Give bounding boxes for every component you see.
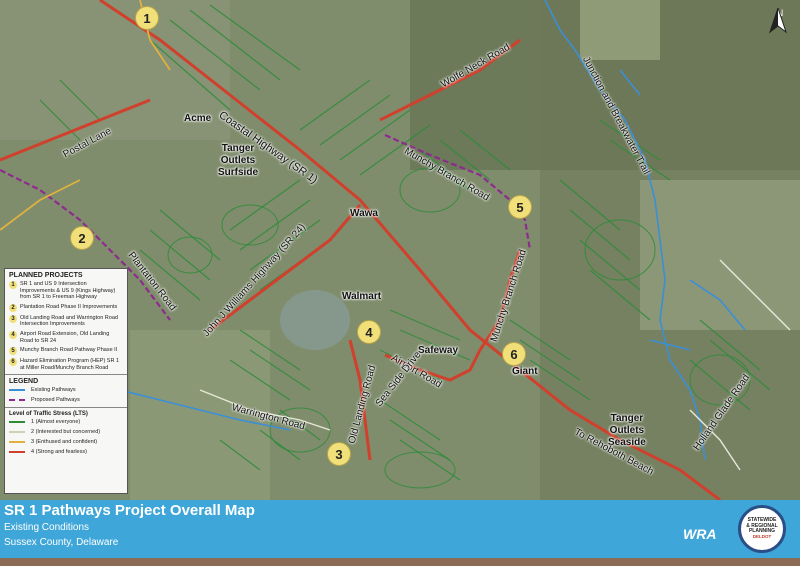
legend-lts-2: 2 (Interested but concerned) bbox=[9, 429, 123, 435]
existing-pathway-swatch bbox=[9, 389, 25, 392]
planned-project-item: 3 Old Landing Road and Warrington Road I… bbox=[9, 314, 123, 328]
place-tanger-surfside: Tanger Outlets Surfside bbox=[218, 143, 259, 178]
proposed-pathway-swatch bbox=[9, 399, 25, 402]
lts-4-swatch bbox=[9, 451, 25, 454]
legend-lts-1: 1 (Almost everyone) bbox=[9, 419, 123, 425]
planned-project-item: 1 SR 1 and US 9 Intersection Improvement… bbox=[9, 281, 123, 301]
lts-heading: Level of Traffic Stress (LTS) bbox=[9, 411, 88, 418]
lts-2-swatch bbox=[9, 431, 25, 434]
planned-project-number: 6 bbox=[9, 358, 17, 367]
lts-1-swatch bbox=[9, 421, 25, 424]
project-marker-1[interactable]: 1 bbox=[135, 6, 159, 30]
place-wawa: Wawa bbox=[350, 208, 378, 219]
north-arrow-icon bbox=[769, 8, 787, 34]
planned-project-number: 5 bbox=[9, 347, 17, 356]
background-floor bbox=[0, 558, 800, 566]
project-marker-5[interactable]: 5 bbox=[508, 195, 532, 219]
place-safeway: Safeway bbox=[418, 345, 459, 356]
planned-project-number: 3 bbox=[9, 314, 17, 323]
planning-seal: STATEWIDE & REGIONAL PLANNING DELDOT bbox=[738, 505, 786, 553]
lts-3-label: 3 (Enthused and confident) bbox=[31, 439, 98, 446]
legend-existing-pathways: Existing Pathways bbox=[9, 387, 123, 393]
planned-project-number: 1 bbox=[9, 281, 17, 289]
planned-project-text: Munchy Branch Road Pathway Phase II bbox=[20, 347, 118, 354]
planned-projects-heading: PLANNED PROJECTS bbox=[9, 272, 83, 279]
existing-pathway-label: Existing Pathways bbox=[31, 387, 76, 394]
field-patch bbox=[580, 0, 660, 60]
north-arrow: N bbox=[768, 8, 792, 54]
project-marker-4[interactable]: 4 bbox=[357, 320, 381, 344]
lts-4-label: 4 (Strong and fearless) bbox=[31, 449, 87, 456]
legend-lts-3: 3 (Enthused and confident) bbox=[9, 439, 123, 445]
wra-logo: WRA bbox=[683, 526, 717, 542]
place-giant: Giant bbox=[512, 366, 538, 377]
planned-project-text: Plantation Road Phase II Improvements bbox=[20, 303, 118, 310]
place-walmart: Walmart bbox=[342, 291, 382, 302]
lts-2-label: 2 (Interested but concerned) bbox=[31, 429, 101, 436]
planned-project-text: Airport Road Extension, Old Landing Road… bbox=[20, 330, 110, 344]
planned-project-text: SR 1 and US 9 Intersection Improvements … bbox=[20, 281, 116, 301]
legend-divider bbox=[5, 374, 127, 376]
legend-proposed-pathways: Proposed Pathways bbox=[9, 397, 123, 403]
map-title: SR 1 Pathways Project Overall Map bbox=[4, 502, 255, 519]
legend-divider bbox=[5, 407, 127, 409]
lts-3-swatch bbox=[9, 441, 25, 444]
planned-project-item: 4 Airport Road Extension, Old Landing Ro… bbox=[9, 330, 123, 344]
planned-project-item: 2 Plantation Road Phase II Improvements bbox=[9, 303, 123, 312]
legend-panel: PLANNED PROJECTS 1 SR 1 and US 9 Interse… bbox=[4, 268, 128, 494]
planned-project-text: Hazard Elimination Program (HEP) SR 1 at… bbox=[20, 358, 120, 371]
field-patch bbox=[640, 180, 800, 330]
place-tanger-seaside: Tanger Outlets Seaside bbox=[608, 413, 646, 448]
title-banner: SR 1 Pathways Project Overall Map Existi… bbox=[0, 500, 800, 558]
pond bbox=[280, 290, 350, 350]
legend-heading: LEGEND bbox=[9, 378, 39, 386]
project-marker-2[interactable]: 2 bbox=[70, 226, 94, 250]
lts-1-label: 1 (Almost everyone) bbox=[31, 419, 81, 426]
map-subtitle: Existing Conditions bbox=[4, 522, 90, 533]
planned-project-item: 5 Munchy Branch Road Pathway Phase II bbox=[9, 347, 123, 356]
planned-project-number: 4 bbox=[9, 330, 17, 339]
legend-lts-4: 4 (Strong and fearless) bbox=[9, 449, 123, 455]
seal-line: DELDOT bbox=[752, 533, 772, 539]
place-acme: Acme bbox=[184, 113, 212, 124]
planned-project-text: Old Landing Road and Warrington Road Int… bbox=[20, 314, 118, 328]
map-area: N Acme Tanger Outlets Surfside Wawa Walm… bbox=[0, 0, 800, 500]
planned-project-item: 6 Hazard Elimination Program (HEP) SR 1 … bbox=[9, 358, 123, 371]
proposed-pathway-label: Proposed Pathways bbox=[31, 397, 80, 404]
planned-project-number: 2 bbox=[9, 303, 17, 312]
project-marker-3[interactable]: 3 bbox=[327, 442, 351, 466]
map-location: Sussex County, Delaware bbox=[4, 537, 119, 548]
project-marker-6[interactable]: 6 bbox=[502, 342, 526, 366]
